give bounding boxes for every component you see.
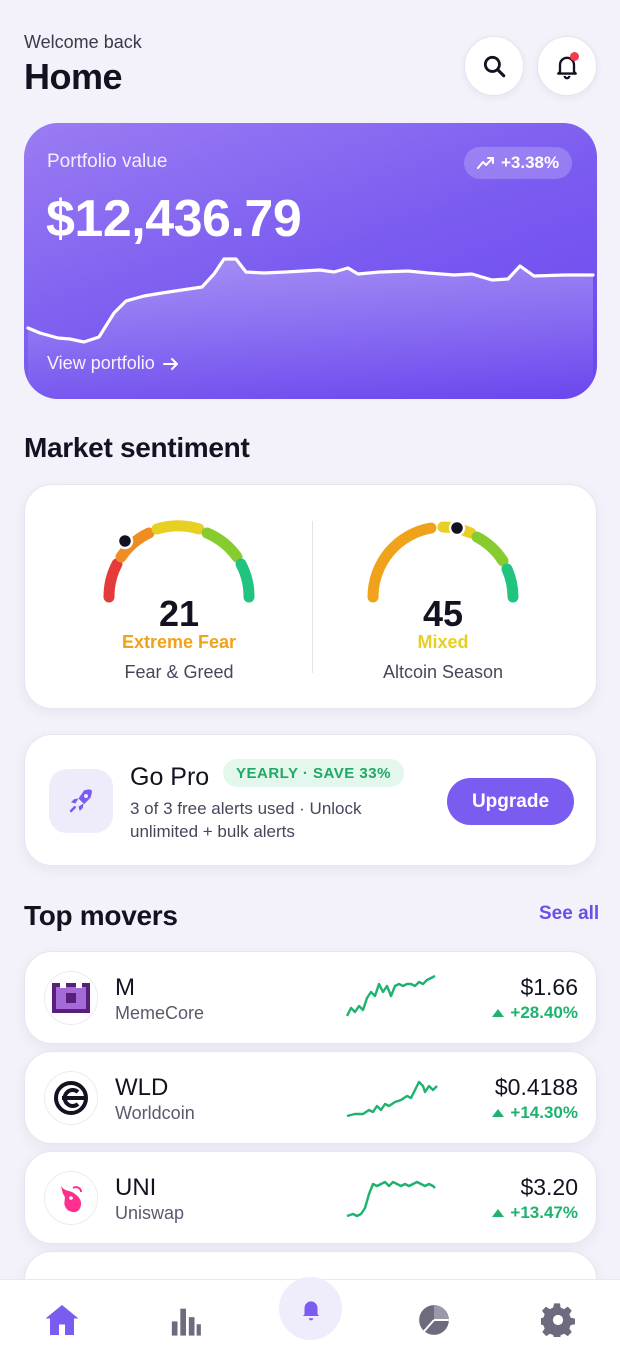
coin-price: $1.66 bbox=[520, 974, 578, 1000]
market-sentiment-card: 21 Extreme Fear Fear & Greed 45 Mixed Al… bbox=[24, 484, 597, 709]
coin-price: $3.20 bbox=[520, 1174, 578, 1200]
fear-greed-caption: Fear & Greed bbox=[124, 662, 234, 682]
arrow-right-icon bbox=[162, 357, 178, 370]
triangle-up-icon bbox=[492, 1009, 505, 1017]
home-icon bbox=[45, 1305, 79, 1335]
coin-change: +13.47% bbox=[492, 1203, 578, 1223]
coin-change-text: +28.40% bbox=[510, 1003, 578, 1022]
coin-name: MemeCore bbox=[115, 1003, 205, 1023]
nav-home[interactable] bbox=[42, 1300, 82, 1340]
coin-change: +14.30% bbox=[492, 1103, 578, 1123]
markets-icon bbox=[171, 1308, 201, 1336]
triangle-up-icon bbox=[492, 1109, 505, 1117]
portfolio-change-text: +3.38% bbox=[501, 153, 560, 172]
uniswap-icon bbox=[44, 1171, 98, 1225]
coin-symbol: M bbox=[115, 974, 135, 1001]
sparkline-chart bbox=[346, 1080, 438, 1118]
view-portfolio-label: View portfolio bbox=[47, 353, 155, 373]
altcoin-season-gauge[interactable]: 45 Mixed Altcoin Season bbox=[343, 509, 543, 699]
go-pro-card[interactable]: Go Pro YEARLY · SAVE 33% 3 of 3 free ale… bbox=[24, 734, 597, 866]
settings-icon bbox=[541, 1303, 575, 1337]
gauge-needle-dot bbox=[116, 532, 134, 550]
coin-name: Worldcoin bbox=[115, 1103, 195, 1123]
go-pro-description: 3 of 3 free alerts used · Unlock unlimit… bbox=[130, 799, 362, 841]
home-screen: Welcome back Home Portfolio value $12,43… bbox=[0, 0, 620, 1348]
notifications-button[interactable] bbox=[537, 36, 597, 96]
search-icon bbox=[483, 55, 506, 78]
trend-up-icon bbox=[477, 157, 494, 169]
mover-row-uniswap[interactable]: UNI Uniswap $3.20 +13.47% bbox=[24, 1151, 597, 1244]
go-pro-title: Go Pro bbox=[130, 763, 210, 791]
nav-portfolio[interactable] bbox=[414, 1300, 454, 1340]
market-sentiment-title: Market sentiment bbox=[24, 432, 250, 463]
page-title: Home bbox=[24, 56, 123, 97]
triangle-up-icon bbox=[492, 1209, 505, 1217]
altcoin-status: Mixed bbox=[417, 632, 469, 652]
portfolio-card[interactable]: Portfolio value $12,436.79 +3.38% View p… bbox=[24, 123, 597, 399]
portfolio-label: Portfolio value bbox=[47, 151, 168, 172]
mover-row-memecore[interactable]: M MemeCore $1.66 +28.40% bbox=[24, 951, 597, 1044]
upgrade-button[interactable]: Upgrade bbox=[447, 778, 574, 825]
coin-symbol: UNI bbox=[115, 1174, 157, 1201]
nav-alerts[interactable] bbox=[279, 1277, 342, 1340]
altcoin-caption: Altcoin Season bbox=[382, 662, 504, 682]
memecore-icon bbox=[44, 971, 98, 1025]
portfolio-icon bbox=[419, 1305, 449, 1335]
save-badge: YEARLY · SAVE 33% bbox=[223, 759, 404, 787]
view-portfolio-link[interactable]: View portfolio bbox=[47, 353, 179, 374]
coin-change: +28.40% bbox=[492, 1003, 578, 1023]
portfolio-value: $12,436.79 bbox=[46, 190, 302, 248]
fear-greed-status: Extreme Fear bbox=[121, 632, 237, 652]
notification-dot bbox=[570, 52, 579, 61]
alerts-icon bbox=[302, 1300, 319, 1320]
nav-settings[interactable] bbox=[538, 1300, 578, 1340]
nav-markets[interactable] bbox=[166, 1300, 206, 1340]
rocket-icon bbox=[49, 769, 113, 833]
search-button[interactable] bbox=[464, 36, 524, 96]
bottom-navigation bbox=[0, 1277, 620, 1348]
mover-row-worldcoin[interactable]: WLD Worldcoin $0.4188 +14.30% bbox=[24, 1051, 597, 1144]
coin-change-text: +13.47% bbox=[510, 1203, 578, 1222]
altcoin-value: 45 bbox=[422, 593, 464, 634]
worldcoin-icon bbox=[44, 1071, 98, 1125]
fear-greed-gauge[interactable]: 21 Extreme Fear Fear & Greed bbox=[79, 509, 279, 699]
welcome-text: Welcome back bbox=[24, 32, 142, 52]
coin-symbol: WLD bbox=[115, 1074, 169, 1101]
portfolio-change-badge: +3.38% bbox=[464, 147, 573, 179]
see-all-link[interactable]: See all bbox=[539, 903, 599, 925]
gauge-needle-dot bbox=[448, 519, 466, 537]
portfolio-chart bbox=[26, 257, 595, 399]
coin-name: Uniswap bbox=[115, 1203, 185, 1223]
sparkline-chart bbox=[345, 974, 436, 1017]
coin-change-text: +14.30% bbox=[510, 1103, 578, 1122]
coin-price: $0.4188 bbox=[494, 1074, 578, 1100]
sentiment-divider bbox=[312, 521, 313, 673]
sparkline-chart bbox=[346, 1180, 436, 1218]
fear-greed-value: 21 bbox=[158, 593, 200, 634]
top-movers-title: Top movers bbox=[24, 900, 178, 931]
